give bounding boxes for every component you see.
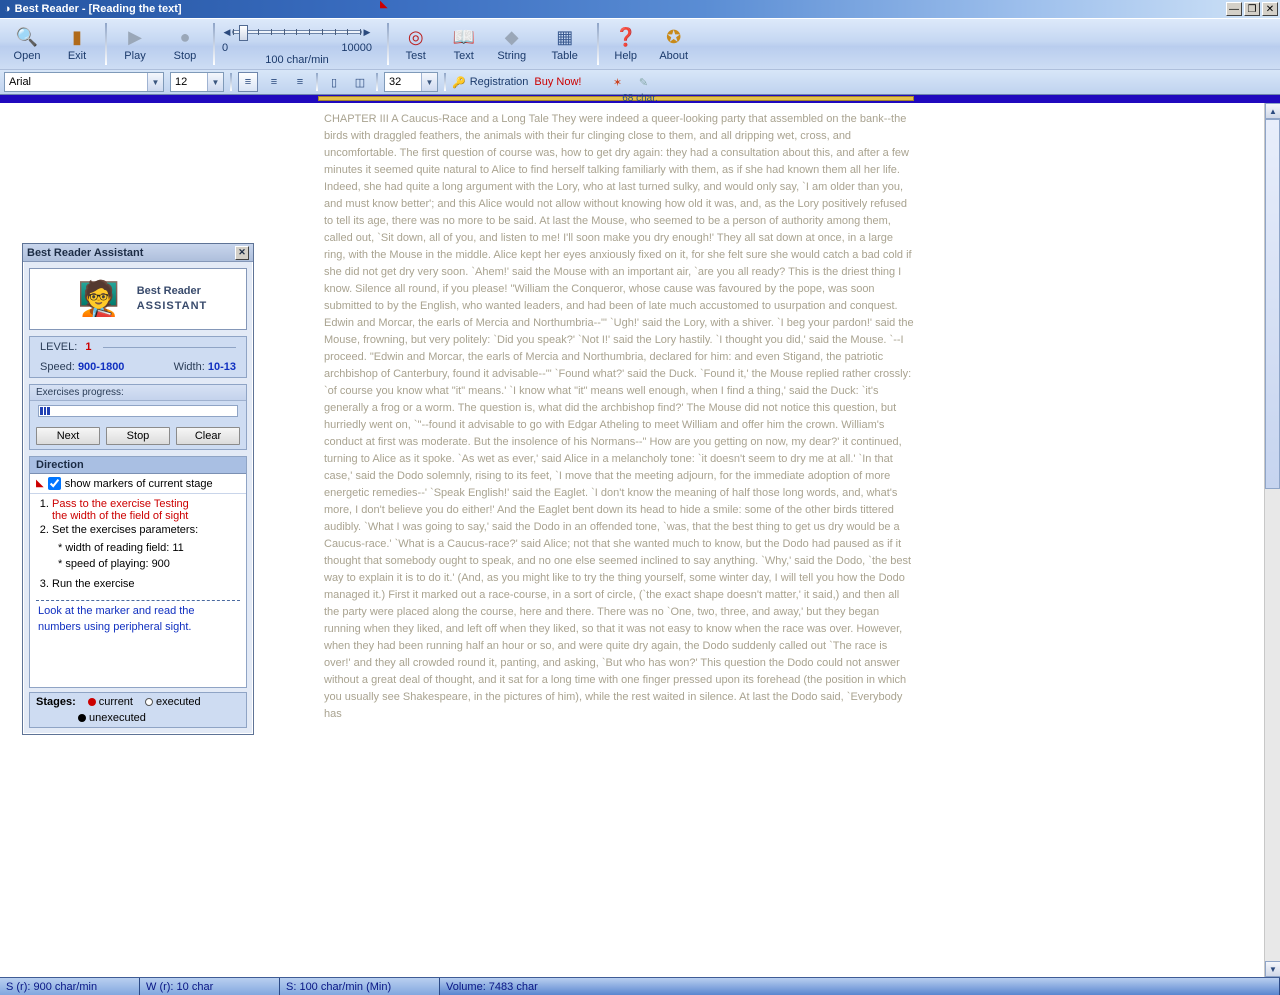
direction-step-3: Run the exercise bbox=[52, 578, 238, 590]
clear-button[interactable]: Clear bbox=[176, 427, 240, 445]
direction-hint: Look at the marker and read the bbox=[38, 605, 238, 617]
main-toolbar: 🔍 Open ▮ Exit ▶ Play ● Stop ◀ ▶ 0 bbox=[0, 18, 1280, 69]
assistant-banner: 🧑‍🏫 Best Reader ASSISTANT bbox=[29, 268, 247, 330]
about-button[interactable]: ✪ About bbox=[650, 21, 698, 67]
stop-button[interactable]: ● Stop bbox=[160, 21, 210, 67]
reading-field-marker bbox=[318, 96, 914, 101]
star-tool-button[interactable]: ✶ bbox=[607, 72, 627, 92]
window-titlebar: ◑ Best Reader - [Reading the text] — ❐ ✕ bbox=[0, 0, 1280, 18]
open-button[interactable]: 🔍 Open bbox=[2, 21, 52, 67]
slider-right-icon[interactable]: ▶ bbox=[362, 27, 372, 38]
status-volume: Volume: 7483 char bbox=[440, 978, 1280, 995]
direction-section: Direction ◣ show markers of current stag… bbox=[29, 456, 247, 688]
status-bar: S (r): 900 char/min W (r): 10 char S: 10… bbox=[0, 977, 1280, 995]
assistant-art-icon: 🧑‍🏫 bbox=[69, 275, 129, 323]
align-center-button[interactable]: ≡ bbox=[264, 72, 284, 92]
status-speed-min: S: 100 char/min (Min) bbox=[280, 978, 440, 995]
font-combo[interactable]: Arial▼ bbox=[4, 72, 164, 92]
scroll-up-button[interactable]: ▲ bbox=[1265, 103, 1280, 119]
about-icon: ✪ bbox=[663, 26, 685, 48]
registration-link[interactable]: 🔑 Registration bbox=[452, 76, 528, 89]
scroll-thumb[interactable] bbox=[1265, 119, 1280, 489]
slider-thumb[interactable] bbox=[239, 25, 248, 41]
vertical-scrollbar[interactable]: ▲ ▼ bbox=[1264, 103, 1280, 977]
book-icon: 📖 bbox=[453, 26, 475, 48]
layout-single-button[interactable]: ▯ bbox=[324, 72, 344, 92]
level-value: 1 bbox=[85, 341, 91, 353]
test-button[interactable]: ◎ Test bbox=[392, 21, 440, 67]
workspace: CHAPTER III A Caucus-Race and a Long Tal… bbox=[0, 103, 1280, 977]
direction-hint: numbers using peripheral sight. bbox=[38, 621, 238, 633]
target-icon: ◎ bbox=[405, 26, 427, 48]
magnifier-icon: 🔍 bbox=[16, 26, 38, 48]
width-indicator-bar: 68 char. bbox=[0, 95, 1280, 103]
width-value: 10-13 bbox=[208, 361, 236, 373]
separator bbox=[213, 23, 215, 65]
assistant-titlebar[interactable]: Best Reader Assistant ✕ bbox=[23, 244, 253, 262]
progress-bar bbox=[38, 405, 238, 417]
stages-legend: Stages: current executed unexecuted bbox=[29, 692, 247, 728]
string-icon: ◆ bbox=[501, 26, 523, 48]
restore-button[interactable]: ❐ bbox=[1244, 2, 1260, 16]
direction-step-1: Pass to the exercise Testing the width o… bbox=[52, 498, 238, 522]
key-icon: 🔑 bbox=[452, 76, 466, 89]
chevron-down-icon[interactable]: ▼ bbox=[147, 73, 163, 91]
assistant-close-button[interactable]: ✕ bbox=[235, 246, 249, 260]
text-button[interactable]: 📖 Text bbox=[440, 21, 488, 67]
pin-icon: ◣ bbox=[36, 478, 44, 489]
show-markers-label: show markers of current stage bbox=[65, 478, 213, 490]
help-icon: ❓ bbox=[615, 26, 637, 48]
speed-value: 900-1800 bbox=[78, 361, 125, 373]
status-speed-r: S (r): 900 char/min bbox=[0, 978, 140, 995]
layout-split-button[interactable]: ◫ bbox=[350, 72, 370, 92]
direction-step-2: Set the exercises parameters: bbox=[52, 524, 238, 536]
scroll-down-button[interactable]: ▼ bbox=[1265, 961, 1280, 977]
reading-text: CHAPTER III A Caucus-Race and a Long Tal… bbox=[324, 111, 914, 723]
slider-max: 10000 bbox=[341, 42, 372, 54]
close-button[interactable]: ✕ bbox=[1262, 2, 1278, 16]
align-right-button[interactable]: ≡ bbox=[290, 72, 310, 92]
slider-left-icon[interactable]: ◀ bbox=[222, 27, 232, 38]
show-markers-checkbox[interactable] bbox=[48, 477, 61, 490]
chevron-down-icon[interactable]: ▼ bbox=[207, 73, 223, 91]
pin-icon: ◣ bbox=[380, 0, 388, 49]
table-button[interactable]: ▦ Table bbox=[536, 21, 594, 67]
door-icon: ▮ bbox=[66, 26, 88, 48]
chevron-down-icon[interactable]: ▼ bbox=[421, 73, 437, 91]
level-section: LEVEL: 1 Speed: 900-1800 Width: 10-13 bbox=[29, 336, 247, 378]
fontsize-combo[interactable]: 12▼ bbox=[170, 72, 224, 92]
minimize-button[interactable]: — bbox=[1226, 2, 1242, 16]
progress-label: Exercises progress: bbox=[30, 385, 246, 401]
play-icon: ▶ bbox=[124, 26, 146, 48]
string-button[interactable]: ◆ String bbox=[488, 21, 536, 67]
line-combo[interactable]: 32▼ bbox=[384, 72, 438, 92]
stop-icon: ● bbox=[174, 26, 196, 48]
app-icon: ◑ bbox=[4, 3, 11, 15]
separator bbox=[105, 23, 107, 65]
assistant-panel: Best Reader Assistant ✕ 🧑‍🏫 Best Reader … bbox=[22, 243, 254, 735]
wand-tool-button[interactable]: ✎ bbox=[633, 72, 653, 92]
align-left-button[interactable]: ≡ bbox=[238, 72, 258, 92]
play-button[interactable]: ▶ Play bbox=[110, 21, 160, 67]
stop-assistant-button[interactable]: Stop bbox=[106, 427, 170, 445]
slider-min: 0 bbox=[222, 42, 228, 54]
separator bbox=[597, 23, 599, 65]
speed-slider[interactable]: ◀ ▶ 0 10000 100 char/min bbox=[216, 19, 378, 69]
window-title: Best Reader - [Reading the text] bbox=[15, 3, 182, 15]
progress-section: Exercises progress: Next Stop Clear bbox=[29, 384, 247, 450]
next-button[interactable]: Next bbox=[36, 427, 100, 445]
status-width-r: W (r): 10 char bbox=[140, 978, 280, 995]
format-toolbar: Arial▼ 12▼ ≡ ≡ ≡ ▯ ◫ 32▼ 🔑 Registration … bbox=[0, 69, 1280, 95]
slider-caption: 100 char/min bbox=[265, 54, 329, 66]
help-button[interactable]: ❓ Help bbox=[602, 21, 650, 67]
level-label: LEVEL: bbox=[40, 341, 77, 353]
buy-now-link[interactable]: Buy Now! bbox=[534, 76, 581, 88]
table-icon: ▦ bbox=[554, 26, 576, 48]
exit-button[interactable]: ▮ Exit bbox=[52, 21, 102, 67]
